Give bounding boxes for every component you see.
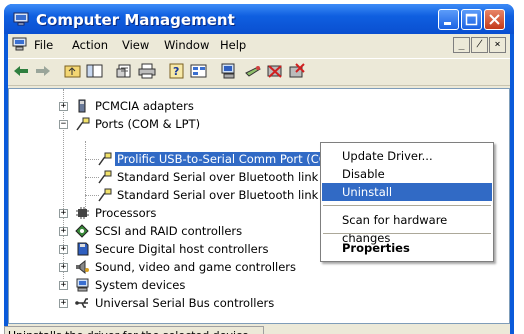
print-icon[interactable] xyxy=(138,63,156,79)
tree-item-label: Secure Digital host controllers xyxy=(95,242,269,256)
usb-icon xyxy=(75,298,88,308)
minimize-icon xyxy=(444,22,451,25)
mdi-close-button[interactable]: × xyxy=(489,37,506,53)
tree-expander[interactable]: + xyxy=(59,102,68,111)
port-icon xyxy=(98,188,112,202)
properties-icon[interactable] xyxy=(116,63,134,79)
menu-bar: File Action View Window Help _̸ × xyxy=(8,34,510,56)
menu-help[interactable]: Help xyxy=(220,38,246,52)
toolbar: ? xyxy=(8,58,510,86)
tree-item-label: PCMCIA adapters xyxy=(95,99,194,113)
tree-item-label: Processors xyxy=(95,206,157,220)
close-icon xyxy=(489,14,500,25)
menu-window[interactable]: Window xyxy=(164,38,209,52)
uninstall-device-icon[interactable] xyxy=(288,63,306,79)
menu-item-label: Uninstall xyxy=(342,185,393,199)
context-menu: Update Driver... Disable Uninstall Scan … xyxy=(320,142,494,262)
view-icon[interactable] xyxy=(190,63,208,79)
menu-item-scan-hardware[interactable]: Scan for hardware changes xyxy=(322,211,492,245)
tree-item-label: Standard Serial over Bluetooth link (COM xyxy=(117,188,354,202)
port-icon xyxy=(98,152,112,166)
menu-action[interactable]: Action xyxy=(72,38,108,52)
mmc-app-icon[interactable] xyxy=(12,37,27,51)
system-devices-icon xyxy=(76,278,89,292)
scsi-icon xyxy=(75,224,89,238)
window-title: Computer Management xyxy=(36,11,235,29)
menu-item-disable[interactable]: Disable xyxy=(322,165,492,183)
sd-host-icon xyxy=(77,242,89,256)
tree-expander[interactable]: + xyxy=(59,263,68,272)
tree-expander[interactable]: + xyxy=(59,245,68,254)
title-bar[interactable]: Computer Management xyxy=(4,4,514,34)
tree-item-label: Ports (COM & LPT) xyxy=(95,117,201,131)
menu-separator xyxy=(323,205,491,206)
tree-expander[interactable]: + xyxy=(59,209,68,218)
processor-icon xyxy=(76,207,89,219)
scan-hardware-icon[interactable] xyxy=(220,63,238,79)
tree-item-label: SCSI and RAID controllers xyxy=(95,224,243,238)
menu-view[interactable]: View xyxy=(122,38,149,52)
menu-file[interactable]: File xyxy=(34,38,53,52)
menu-item-label: Properties xyxy=(342,241,410,255)
menu-item-label: Update Driver... xyxy=(342,149,433,163)
tree-expander[interactable]: + xyxy=(59,299,68,308)
port-icon xyxy=(76,117,90,131)
sound-icon xyxy=(76,260,89,274)
menu-item-update-driver[interactable]: Update Driver... xyxy=(322,147,492,165)
svg-text:?: ? xyxy=(173,65,179,78)
menu-item-properties[interactable]: Properties xyxy=(322,239,492,257)
tree-item-label: Sound, video and game controllers xyxy=(95,260,297,274)
port-icon xyxy=(98,170,112,184)
menu-item-label: Disable xyxy=(342,167,385,181)
maximize-button[interactable] xyxy=(461,9,482,30)
tree-item-label: Universal Serial Bus controllers xyxy=(95,296,275,310)
menu-separator xyxy=(323,233,491,234)
computer-management-icon xyxy=(13,12,29,26)
tree-item-label: Standard Serial over Bluetooth link (COM xyxy=(117,170,354,184)
help-icon[interactable]: ? xyxy=(168,63,186,79)
tree-item-label: Prolific USB-to-Serial Comm Port (COM4) xyxy=(115,152,352,166)
up-folder-icon[interactable] xyxy=(64,63,82,79)
update-driver-icon[interactable] xyxy=(244,63,262,79)
mdi-minimize-button[interactable]: _ xyxy=(453,37,470,53)
tree-expander[interactable]: + xyxy=(59,281,68,290)
maximize-icon xyxy=(465,13,478,26)
show-hide-tree-icon[interactable] xyxy=(86,63,104,79)
back-arrow-icon[interactable] xyxy=(12,63,30,79)
status-bar-text: Uninstalls the driver for the selected d… xyxy=(4,326,264,334)
disable-device-icon[interactable] xyxy=(266,63,284,79)
tree-expander[interactable]: + xyxy=(59,227,68,236)
mdi-restore-button[interactable]: ̸ xyxy=(471,37,488,53)
close-button[interactable] xyxy=(484,9,505,30)
pcmcia-icon xyxy=(78,99,86,113)
mdi-controls: _̸ × xyxy=(452,36,506,53)
menu-item-uninstall[interactable]: Uninstall xyxy=(322,183,492,201)
tree-item-label: System devices xyxy=(95,278,186,292)
forward-arrow-icon[interactable] xyxy=(34,63,52,79)
tree-collapser[interactable]: − xyxy=(59,120,68,129)
minimize-button[interactable] xyxy=(438,9,459,30)
